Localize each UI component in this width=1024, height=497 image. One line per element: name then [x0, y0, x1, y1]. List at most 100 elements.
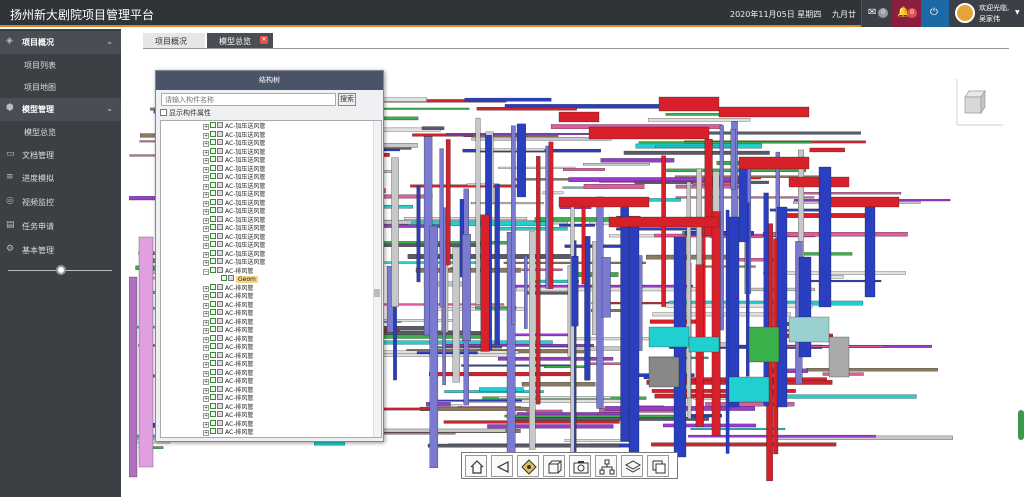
sidebar-item-documents[interactable]: ▭ 文档管理 [0, 144, 121, 167]
expand-toggle-icon[interactable]: + [203, 302, 209, 309]
screenshot-button[interactable] [569, 455, 591, 477]
expand-toggle-icon[interactable]: − [203, 268, 209, 275]
checkbox-icon[interactable] [210, 139, 216, 145]
expand-toggle-icon[interactable]: + [203, 234, 209, 241]
expand-toggle-icon[interactable]: + [203, 166, 209, 173]
tree-row[interactable]: + AC-加压送风管 [203, 130, 265, 139]
checkbox-icon[interactable] [210, 326, 216, 332]
checkbox-icon[interactable] [210, 122, 216, 128]
tree-row[interactable]: + AC-加压送风管 [203, 181, 265, 190]
tree-row[interactable]: + AC-加压送风管 [203, 207, 265, 215]
view-cube[interactable] [955, 77, 1005, 127]
tree-row[interactable]: + AC-排风管 [203, 385, 253, 394]
sidebar-slider-handle[interactable] [56, 265, 66, 275]
expand-toggle-icon[interactable]: + [203, 413, 209, 419]
checkbox-icon[interactable] [210, 266, 216, 273]
page-scroll-handle[interactable] [1018, 410, 1024, 440]
checkbox-icon[interactable] [210, 394, 216, 400]
tree-row[interactable]: + AC-加压送风管 [203, 122, 265, 130]
checkbox-icon[interactable] [210, 147, 216, 154]
expand-toggle-icon[interactable]: + [203, 336, 209, 343]
sidebar-item-tasks[interactable]: ▤ 任务申请 [0, 215, 121, 238]
tree-button[interactable] [595, 455, 617, 477]
expand-toggle-icon[interactable]: + [203, 285, 209, 292]
checkbox-icon[interactable] [210, 164, 216, 171]
logout-button[interactable]: ⏻ [921, 0, 949, 27]
expand-toggle-icon[interactable]: + [203, 294, 209, 300]
tree-row[interactable]: + AC-加压送风管 [203, 224, 265, 232]
sidebar-item-project-overview[interactable]: ◈ 项目概况 ⌄ [0, 31, 121, 54]
tree-row[interactable]: + AC-加压送风管 [203, 173, 265, 181]
checkbox-icon[interactable] [210, 130, 216, 137]
home-button[interactable] [465, 455, 487, 477]
tree-row[interactable]: + AC-排风管 [203, 360, 253, 368]
tree-row[interactable]: + AC-排风管 [203, 428, 253, 436]
checkbox-icon[interactable] [210, 360, 216, 366]
checkbox-icon[interactable] [210, 258, 216, 264]
expand-toggle-icon[interactable]: + [203, 387, 209, 394]
sidebar-item-progress-sim[interactable]: ≡ 进度模拟 [0, 167, 121, 190]
expand-toggle-icon[interactable]: + [203, 430, 209, 436]
checkbox-icon[interactable] [210, 190, 216, 196]
tree-row[interactable]: + AC-加压送风管 [203, 139, 265, 147]
expand-toggle-icon[interactable]: + [203, 141, 209, 147]
checkbox-icon[interactable] [210, 411, 216, 417]
checkbox-icon[interactable] [210, 283, 216, 290]
expand-toggle-icon[interactable]: + [203, 396, 209, 402]
checkbox-icon[interactable] [210, 224, 216, 230]
tree-row[interactable]: + AC-排风管 [203, 368, 253, 377]
show-props-checkbox[interactable]: 显示构件属性 [160, 108, 211, 118]
checkbox-icon[interactable] [210, 232, 216, 239]
tree-row[interactable]: + AC-排风管 [203, 309, 253, 317]
expand-toggle-icon[interactable]: + [203, 149, 209, 156]
expand-toggle-icon[interactable]: + [203, 243, 209, 249]
checkbox-icon[interactable] [210, 207, 216, 213]
layers-button[interactable] [621, 455, 643, 477]
tree-row[interactable]: + AC-排风管 [203, 283, 253, 292]
messages-button[interactable]: ✉ 0 [861, 0, 891, 27]
tree-row[interactable]: + AC-排风管 [203, 402, 253, 411]
explode-button[interactable] [517, 455, 539, 477]
sidebar-item-project-list[interactable]: 项目列表 [0, 54, 121, 76]
checkbox-icon[interactable] [210, 292, 216, 298]
tree-row[interactable]: + AC-加压送风管 [203, 241, 265, 249]
expand-toggle-icon[interactable]: + [203, 124, 209, 130]
checkbox-icon[interactable] [210, 198, 216, 205]
tree-row[interactable]: + AC-加压送风管 [203, 198, 265, 207]
tree-row[interactable]: + AC-排风管 [203, 334, 253, 343]
tree-row[interactable]: + AC-加压送风管 [203, 249, 265, 258]
expand-toggle-icon[interactable]: + [203, 319, 209, 326]
tree-row[interactable]: + AC-加压送风管 [203, 215, 265, 224]
checkbox-icon[interactable] [210, 428, 216, 434]
sidebar-item-model-management[interactable]: ⬢ 模型管理 ⌄ [0, 98, 121, 121]
checkbox-icon[interactable] [210, 419, 216, 426]
expand-toggle-icon[interactable]: + [203, 362, 209, 368]
expand-toggle-icon[interactable]: + [203, 183, 209, 190]
checkbox-icon[interactable] [210, 241, 216, 247]
checkbox-icon[interactable] [221, 275, 227, 281]
cube-view-button[interactable] [543, 455, 565, 477]
notifications-button[interactable]: 🔔 0 [891, 0, 921, 27]
checkbox-icon[interactable] [210, 334, 216, 341]
tree-row[interactable]: + AC-加压送风管 [203, 190, 265, 198]
expand-toggle-icon[interactable]: + [203, 379, 209, 385]
checkbox-icon[interactable] [210, 351, 216, 358]
expand-toggle-icon[interactable]: + [203, 404, 209, 411]
expand-toggle-icon[interactable]: + [203, 353, 209, 360]
expand-toggle-icon[interactable]: + [203, 345, 209, 351]
tree-row[interactable]: + AC-排风管 [203, 292, 253, 300]
copy-button[interactable] [647, 455, 669, 477]
sidebar-item-basic[interactable]: ⚙ 基本管理 [0, 239, 121, 262]
checkbox-icon[interactable] [210, 215, 216, 222]
back-button[interactable] [491, 455, 513, 477]
tree-row[interactable]: + AC-排风管 [203, 411, 253, 419]
tab-project-overview[interactable]: 项目概况 [143, 33, 205, 48]
tree-scroll-thumb[interactable] [374, 289, 380, 297]
expand-toggle-icon[interactable]: + [203, 132, 209, 139]
checkbox-icon[interactable] [210, 249, 216, 256]
expand-toggle-icon[interactable]: + [203, 260, 209, 266]
tree-row[interactable]: + AC-排风管 [203, 419, 253, 428]
expand-toggle-icon[interactable]: + [203, 421, 209, 428]
checkbox-icon[interactable] [210, 368, 216, 375]
tab-model-overview[interactable]: 模型总览 ✕ [207, 33, 273, 48]
